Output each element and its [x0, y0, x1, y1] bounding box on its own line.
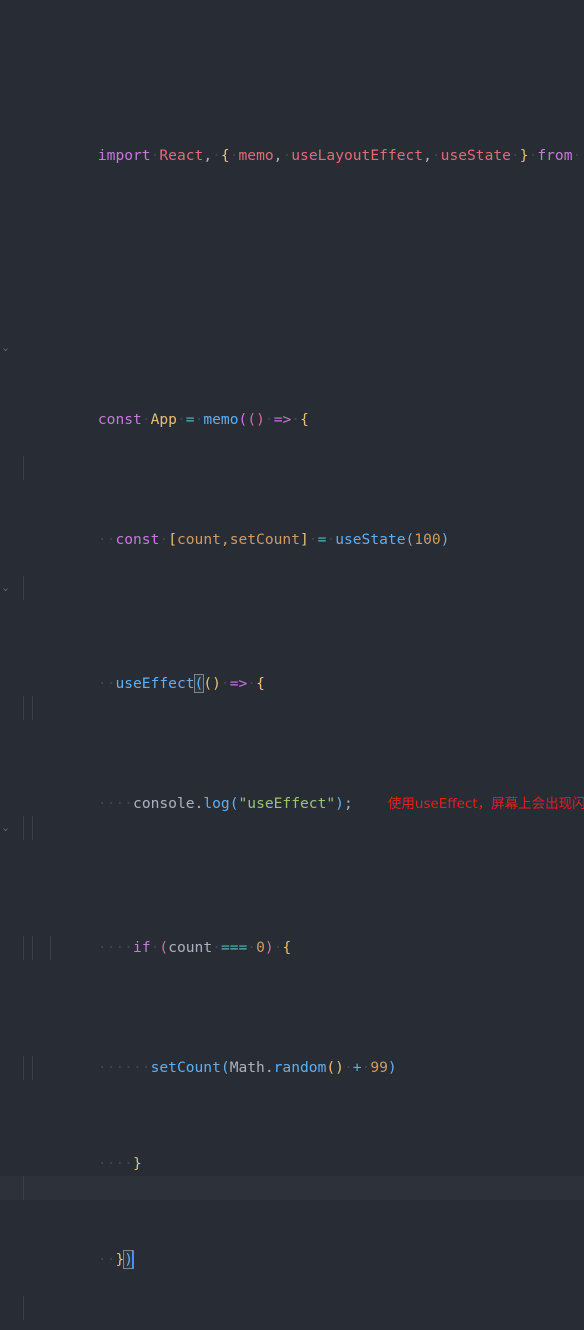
- annotation-useeffect: 使用useEffect，屏幕上会出现闪烁现象: [387, 796, 584, 812]
- indent-guide: [32, 936, 33, 960]
- code-line[interactable]: ······setCount(Math.random()·+·99): [0, 936, 584, 1076]
- code-editor[interactable]: import·React,·{·memo,·useLayoutEffect,·u…: [0, 0, 584, 1320]
- token-paren-open: (: [229, 795, 239, 812]
- indent-guide: [23, 1056, 24, 1080]
- token-paren-close: ): [335, 795, 344, 812]
- token-paren-open: (: [405, 531, 415, 548]
- token-log-method: log: [203, 795, 230, 812]
- token-from-keyword: from: [537, 147, 573, 164]
- code-line[interactable]: ····}: [0, 1056, 584, 1172]
- token-app-identifier: App: [150, 411, 177, 428]
- token-const-keyword: const: [115, 531, 160, 548]
- token-useeffect-call: useEffect: [115, 675, 195, 692]
- code-line[interactable]: ····console.log("useEffect"); 使用useEffec…: [0, 696, 584, 812]
- whitespace-dot: ·: [212, 147, 221, 164]
- token-uselayouteffect-import: useLayoutEffect: [291, 147, 424, 164]
- indent-guide: [23, 1176, 24, 1200]
- token-bracket-open: [: [168, 531, 177, 548]
- code-line[interactable]: ⌄ ····if·(count·===·0)·{: [0, 816, 584, 956]
- whitespace-dot: ·: [291, 411, 301, 428]
- token-log-string: "useEffect": [238, 795, 336, 812]
- whitespace-dot: ·: [247, 675, 257, 692]
- whitespace-dot: ··: [97, 1251, 116, 1268]
- token-arrow-params: (): [203, 675, 221, 692]
- token-arrow-params: (): [247, 411, 265, 428]
- fold-chevron-icon[interactable]: ⌄: [0, 336, 11, 360]
- token-semicolon: ;: [343, 795, 353, 812]
- code-line-blank[interactable]: [0, 1296, 584, 1320]
- whitespace-dot: ·: [572, 147, 582, 164]
- indent-guide: [23, 816, 24, 840]
- whitespace-dot: ··: [97, 531, 116, 548]
- indent-guide: [23, 1296, 24, 1320]
- token-usestate-call: useState: [335, 531, 406, 548]
- token-initial-state-value: 100: [414, 531, 441, 548]
- indent-guide: [23, 696, 24, 720]
- token-brace-close: }: [519, 147, 529, 164]
- token-paren-close: ): [440, 531, 450, 548]
- indent-guide: [23, 456, 24, 480]
- indent-guide: [32, 1056, 33, 1080]
- code-line[interactable]: ··const·[count,setCount]·=·useState(100): [0, 456, 584, 548]
- token-arrow-operator: =>: [229, 675, 248, 692]
- fold-chevron-icon[interactable]: ⌄: [0, 816, 11, 840]
- token-brace-close: }: [115, 1251, 125, 1268]
- token-dot: .: [194, 795, 204, 812]
- token-destructured-names: count,setCount: [176, 531, 300, 548]
- token-bracket-close: ]: [300, 531, 309, 548]
- code-line-active[interactable]: ··}): [0, 1176, 584, 1269]
- whitespace-dot: ····: [97, 1155, 134, 1172]
- whitespace-dot: ····: [97, 795, 134, 812]
- whitespace-dot: ·: [510, 147, 520, 164]
- indent-guide: [32, 816, 33, 840]
- whitespace-dot: ·: [431, 147, 441, 164]
- token-arrow-operator: =>: [273, 411, 292, 428]
- token-paren-open: (: [238, 411, 248, 428]
- token-memo-import: memo: [238, 147, 274, 164]
- whitespace-dot: ·: [229, 147, 239, 164]
- token-console-object: console: [133, 795, 195, 812]
- whitespace-dot: ·: [264, 411, 274, 428]
- indent-guide: [23, 576, 24, 600]
- token-memo-call: memo: [203, 411, 239, 428]
- whitespace-dot: ·: [176, 411, 186, 428]
- indent-guide: [50, 936, 51, 960]
- token-assign-operator: =: [185, 411, 195, 428]
- token-brace-open: {: [300, 411, 309, 428]
- code-line[interactable]: import·React,·{·memo,·useLayoutEffect,·u…: [0, 96, 584, 164]
- indent-guide: [32, 696, 33, 720]
- whitespace-dot: ·: [326, 531, 336, 548]
- token-react-identifier: React: [159, 147, 204, 164]
- whitespace-dot: ·: [159, 531, 169, 548]
- token-brace-open: {: [256, 675, 265, 692]
- whitespace-dot: ·: [141, 411, 151, 428]
- whitespace-dot: ··: [97, 675, 116, 692]
- text-cursor: [132, 1250, 134, 1268]
- token-comma: ,: [203, 147, 213, 164]
- whitespace-dot: ·: [308, 531, 318, 548]
- code-line[interactable]: ⌄ ··useEffect(()·=>·{: [0, 576, 584, 693]
- token-comma: ,: [423, 147, 432, 164]
- whitespace-dot: ·: [282, 147, 292, 164]
- token-bracket-match-highlight: (: [193, 674, 205, 693]
- token-brace-open: {: [220, 147, 230, 164]
- whitespace-dot: ·: [220, 675, 230, 692]
- token-import-keyword: import: [97, 147, 151, 164]
- code-line[interactable]: ⌄ const·App·=·memo(()·=>·{: [0, 336, 584, 428]
- fold-chevron-icon[interactable]: ⌄: [0, 576, 11, 600]
- token-usestate-import: useState: [440, 147, 511, 164]
- indent-guide: [23, 936, 24, 960]
- token-brace-close: }: [133, 1155, 142, 1172]
- code-line-blank[interactable]: [0, 216, 584, 240]
- token-const-keyword: const: [97, 411, 142, 428]
